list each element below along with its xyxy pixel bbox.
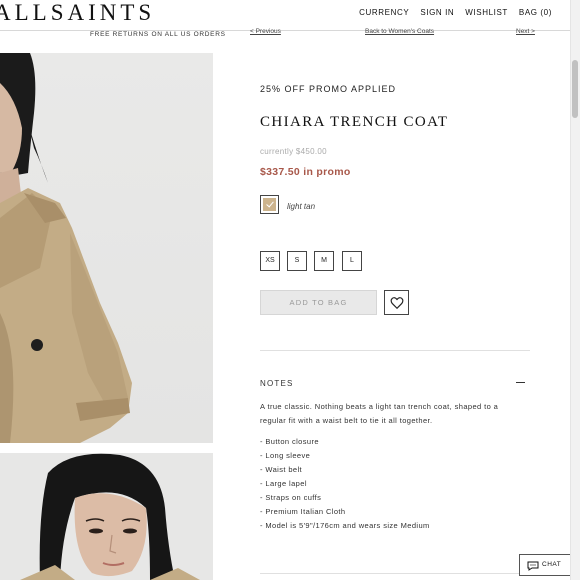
scrollbar-thumb[interactable] [572, 60, 578, 118]
list-item: - Waist belt [260, 465, 303, 474]
notes-divider [260, 350, 530, 351]
list-item: - Large lapel [260, 479, 307, 488]
list-item: - Model is 5'9"/176cm and wears size Med… [260, 521, 430, 530]
nav-currency[interactable]: CURRENCY [359, 8, 409, 17]
collapse-minus-icon[interactable] [516, 382, 525, 383]
nav-bag[interactable]: BAG (0) [519, 8, 552, 17]
feature-list: - Button closure - Long sleeve - Waist b… [260, 435, 430, 533]
nav-sign-in[interactable]: SIGN IN [420, 8, 454, 17]
breadcrumb: < Previous Back to Women's Coats Next > [250, 28, 550, 38]
list-item: - Premium Italian Cloth [260, 507, 346, 516]
notes-description: A true classic. Nothing beats a light ta… [260, 402, 499, 425]
size-l-button[interactable]: L [342, 251, 362, 271]
heart-icon [390, 297, 404, 310]
bottom-divider [260, 573, 530, 574]
color-name: light tan [287, 202, 316, 211]
product-title: CHIARA TRENCH COAT [260, 114, 449, 130]
check-icon [263, 198, 276, 211]
size-xs-button[interactable]: XS [260, 251, 280, 271]
chat-bubble-icon [527, 561, 539, 571]
chat-label: CHAT [542, 561, 562, 568]
free-returns-banner[interactable]: FREE RETURNS ON ALL US ORDERS [90, 31, 226, 38]
original-price: currently $450.00 [260, 147, 327, 156]
site-logo[interactable]: ALLSAINTS [0, 0, 155, 26]
color-swatch-light-tan[interactable] [260, 195, 279, 214]
list-item: - Long sleeve [260, 451, 311, 460]
top-nav: CURRENCY SIGN IN WISHLIST BAG (0) [359, 8, 552, 17]
size-s-button[interactable]: S [287, 251, 307, 271]
nav-wishlist[interactable]: WISHLIST [465, 8, 508, 17]
size-m-button[interactable]: M [314, 251, 334, 271]
previous-link[interactable]: < Previous [250, 28, 281, 35]
product-photo-secondary[interactable] [0, 453, 213, 580]
notes-heading[interactable]: NOTES [260, 379, 294, 388]
promo-banner: 25% OFF PROMO APPLIED [260, 84, 397, 94]
back-to-category-link[interactable]: Back to Women's Coats [365, 28, 434, 35]
next-link[interactable]: Next > [516, 28, 535, 35]
product-photo-main[interactable] [0, 53, 213, 443]
wishlist-button[interactable] [384, 290, 409, 315]
add-to-bag-button[interactable]: ADD TO BAG [260, 290, 377, 315]
chat-button[interactable]: CHAT [519, 554, 571, 576]
list-item: - Button closure [260, 437, 319, 446]
promo-price: $337.50 in promo [260, 166, 351, 178]
list-item: - Straps on cuffs [260, 493, 322, 502]
scrollbar[interactable] [570, 0, 580, 580]
